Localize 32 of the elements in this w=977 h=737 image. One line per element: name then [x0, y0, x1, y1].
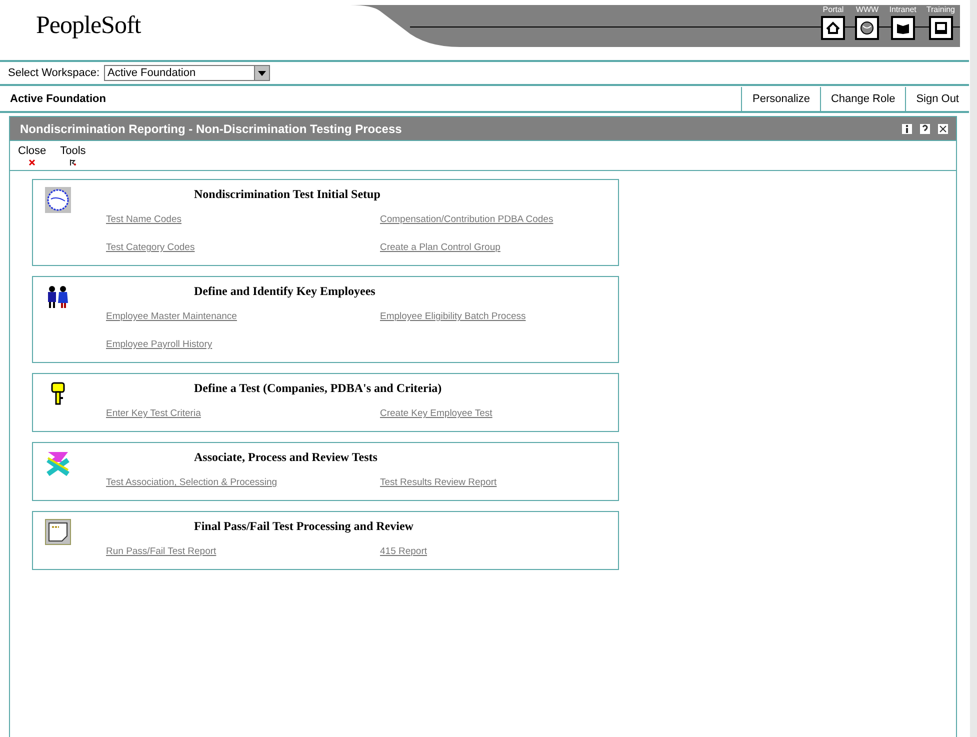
section-title: Nondiscrimination Test Initial Setup — [193, 187, 380, 202]
cross-icon — [45, 450, 71, 476]
panel-title: Nondiscrimination Reporting - Non-Discrimination Testing Process — [20, 122, 403, 136]
workspace-dropdown[interactable]: Active Foundation — [104, 65, 270, 81]
menu-link[interactable]: Test Name Codes — [106, 214, 182, 225]
globe-icon — [45, 187, 71, 213]
menu-link[interactable]: Create Key Employee Test — [380, 408, 492, 419]
menu-link[interactable]: Test Association, Selection & Processing — [106, 477, 278, 488]
menu-link[interactable]: Compensation/Contribution PDBA Codes — [380, 214, 554, 225]
menu-link[interactable]: 415 Report — [380, 546, 428, 557]
toolbar-button[interactable]: Close — [18, 145, 46, 166]
toolbar-button[interactable]: Tools — [60, 145, 86, 166]
workspace-label: Select Workspace: — [8, 67, 100, 79]
menu-link[interactable]: Run Pass/Fail Test Report — [106, 546, 216, 557]
people-icon — [45, 284, 71, 310]
note-icon — [45, 519, 71, 545]
section-title: Define a Test (Companies, PDBA's and Criteria) — [193, 381, 442, 396]
logo: PeopleSoft — [35, 11, 142, 41]
menu-link[interactable]: Employee Eligibility Batch Process — [380, 311, 526, 322]
window-icon[interactable] — [938, 124, 948, 134]
section-title: Define and Identify Key Employees — [193, 284, 376, 299]
help-icon[interactable] — [920, 124, 930, 134]
menu-link[interactable]: Test Category Codes — [106, 242, 195, 253]
menu-link[interactable]: Enter Key Test Criteria — [106, 408, 201, 419]
menu-link[interactable]: Employee Master Maintenance — [106, 311, 237, 322]
menu-link[interactable]: Create a Plan Control Group — [380, 242, 500, 253]
section-title: Associate, Process and Review Tests — [193, 450, 378, 465]
role-title: Active Foundation — [9, 93, 107, 105]
menu-link[interactable]: Employee Payroll History — [106, 339, 212, 350]
menu-link[interactable]: Test Results Review Report — [380, 477, 497, 488]
section-title: Final Pass/Fail Test Processing and Review — [193, 519, 414, 534]
caret-icon — [258, 70, 266, 76]
